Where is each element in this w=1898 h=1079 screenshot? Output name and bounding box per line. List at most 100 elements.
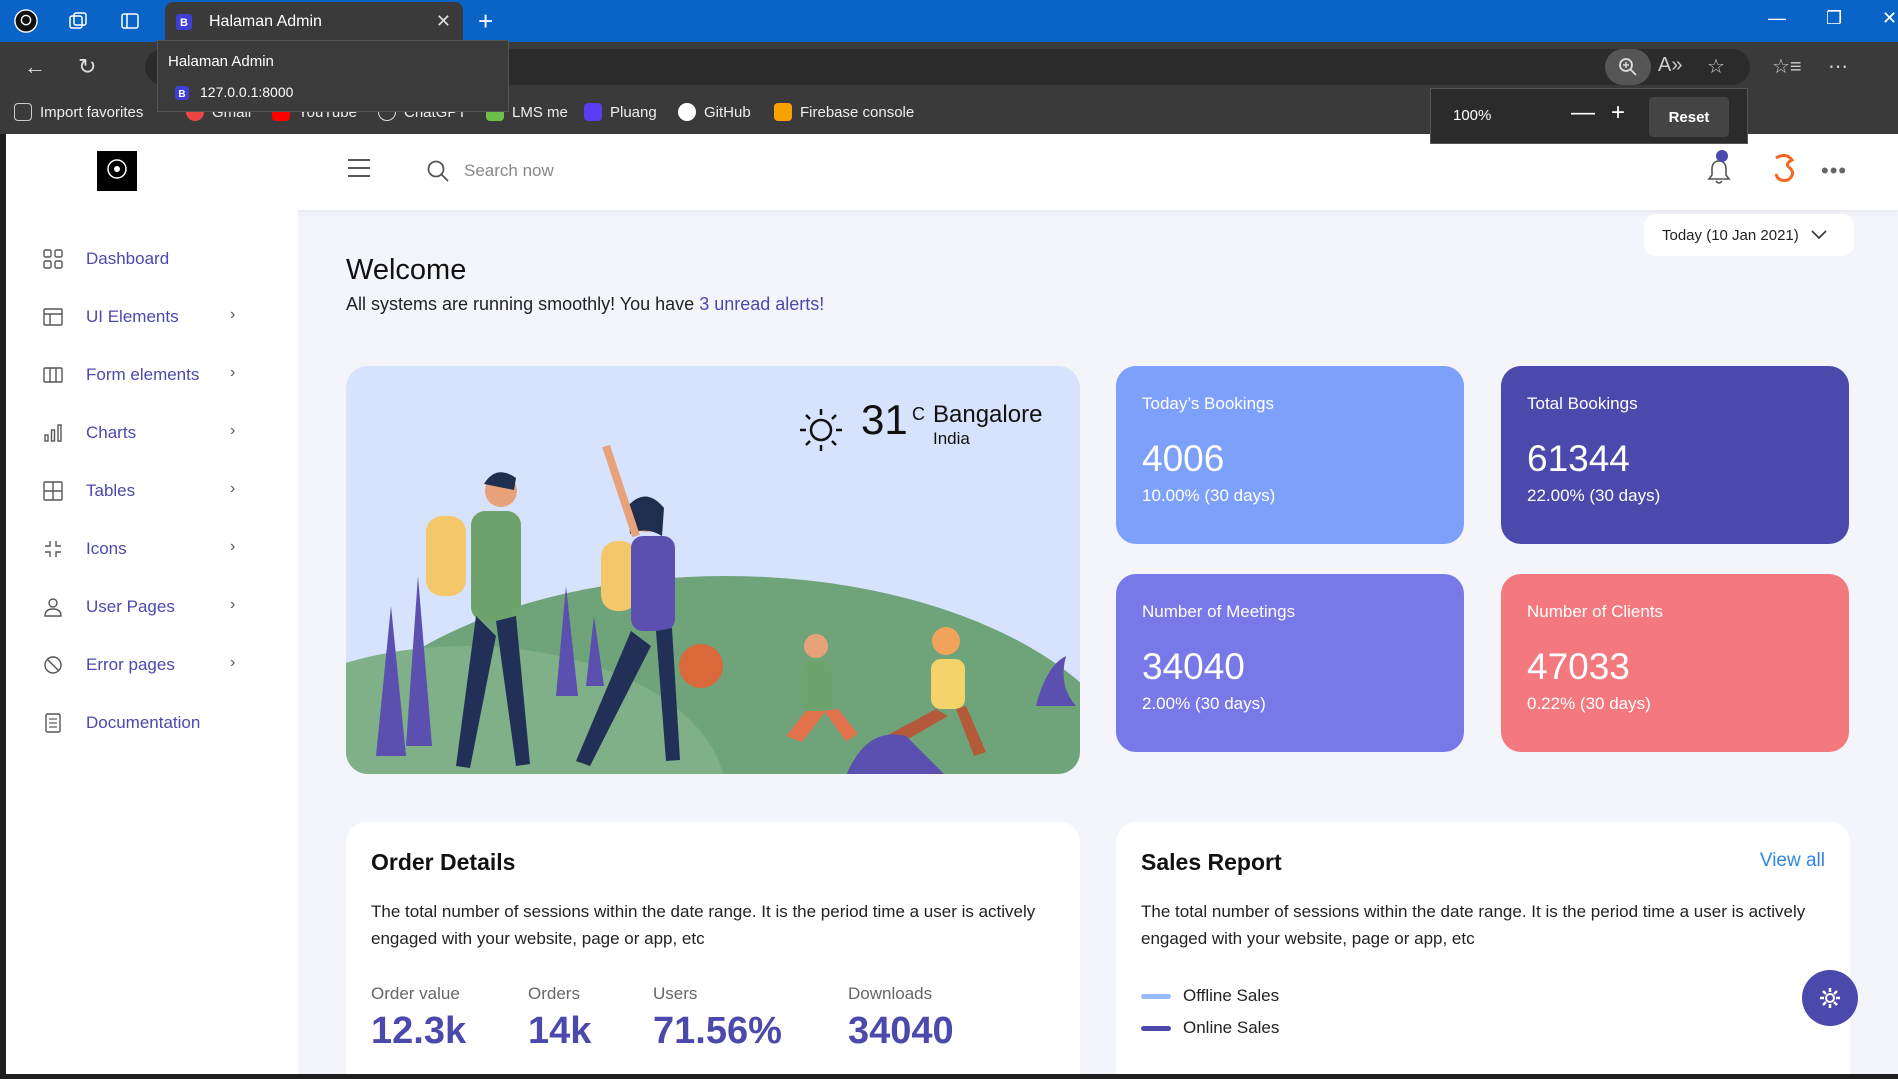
search-input[interactable]: Search now [464,161,554,181]
svg-text:B: B [180,17,188,29]
chevron-right-icon[interactable]: › [230,364,235,382]
temperature-value: 31 [861,396,908,443]
sidebar-item-label: UI Elements [86,307,179,326]
logo[interactable] [97,151,137,191]
svg-text:B: B [178,89,185,100]
bootstrap-favicon-icon: B [175,86,189,100]
tab-hover-tooltip: Halaman Admin B 127.0.0.1:8000 [157,40,509,112]
tooltip-url: 127.0.0.1:8000 [200,84,294,100]
temperature-unit: C [912,404,925,424]
view-all-link[interactable]: View all [1760,850,1825,872]
stat-card-total-bookings[interactable]: Total Bookings 61344 22.00% (30 days) [1501,366,1849,544]
sidebar-item-tables[interactable]: Tables [42,476,135,506]
zoom-popup: 100% — + Reset [1430,88,1748,144]
sun-icon [800,409,842,451]
stat-sub: 22.00% (30 days) [1527,486,1661,505]
workspaces-icon[interactable] [66,9,90,33]
stat-title: Number of Meetings [1142,602,1296,621]
sidebar-item-documentation[interactable]: Documentation [42,708,200,738]
settings-gear-button[interactable] [1802,970,1858,1026]
favorite-github[interactable]: GitHub [678,103,751,121]
weather-city: Bangalore [933,401,1043,428]
read-aloud-icon[interactable]: A» [1658,54,1682,77]
metric-downloads: Downloads 34040 [848,984,954,1052]
sidebar-item-label: Documentation [86,713,201,732]
sidebar-item-label: Dashboard [86,249,170,268]
legend-swatch [1141,1025,1171,1031]
sidebar-item-error-pages[interactable]: Error pages [42,650,175,680]
metric-users: Users 71.56% [653,984,782,1052]
browser-tab-bar: B Halaman Admin ✕ + — ❐ ✕ [0,0,1898,42]
compress-icon [42,538,64,560]
sales-report-card: Sales Report View all The total number o… [1116,822,1850,1074]
legend-swatch [1141,993,1171,999]
zoom-icon[interactable] [1605,49,1651,85]
metric-order-value: Order value 12.3k [371,984,467,1052]
stat-value: 34040 [1142,646,1245,687]
close-tab-icon[interactable]: ✕ [436,11,451,32]
chevron-right-icon[interactable]: › [230,306,235,324]
columns-icon [42,364,64,386]
sidebar-item-dashboard[interactable]: Dashboard [42,244,169,274]
legend-offline-sales: Offline Sales [1141,986,1279,1006]
sidebar-item-icons[interactable]: Icons [42,534,127,564]
sidebar-item-label: Icons [86,539,127,558]
unread-alerts-link[interactable]: 3 unread alerts! [699,294,824,314]
order-details-card: Order Details The total number of sessio… [346,822,1080,1074]
sidebar-item-label: User Pages [86,597,175,616]
settings-more-icon[interactable]: ⋯ [1828,54,1848,79]
favorite-firebase[interactable]: Firebase console [774,103,914,121]
table-icon [42,480,64,502]
minimize-icon[interactable]: — [1768,8,1786,29]
sidebar-item-charts[interactable]: Charts [42,418,136,448]
chevron-right-icon[interactable]: › [230,654,235,672]
sidebar: Dashboard UI Elements › Form elements › … [6,210,298,1074]
sidebar-item-label: Error pages [86,655,175,674]
folder-icon [14,103,32,121]
tab-actions-icon[interactable] [118,9,142,33]
chevron-right-icon[interactable]: › [230,422,235,440]
zoom-level: 100% [1453,107,1492,124]
avatar[interactable] [1766,150,1802,186]
tab-title: Halaman Admin [209,13,322,30]
refresh-icon[interactable]: ↻ [78,54,96,80]
card-title: Sales Report [1141,849,1282,875]
favorite-import[interactable]: Import favorites [14,103,143,121]
new-tab-icon[interactable]: + [478,6,493,37]
hamburger-menu-icon[interactable] [348,159,370,183]
stat-card-meetings[interactable]: Number of Meetings 34040 2.00% (30 days) [1116,574,1464,752]
sidebar-item-user-pages[interactable]: User Pages [42,592,175,622]
sidebar-item-ui-elements[interactable]: UI Elements [42,302,179,332]
close-window-icon[interactable]: ✕ [1882,8,1897,29]
more-options-icon[interactable]: ••• [1821,158,1847,184]
sidebar-item-form-elements[interactable]: Form elements [42,360,199,390]
document-icon [42,712,64,734]
favorites-list-icon[interactable]: ☆≡ [1772,54,1802,79]
zoom-out-icon[interactable]: — [1571,99,1595,127]
stat-card-todays-bookings[interactable]: Today’s Bookings 4006 10.00% (30 days) [1116,366,1464,544]
restore-icon[interactable]: ❐ [1826,8,1842,29]
stat-card-clients[interactable]: Number of Clients 47033 0.22% (30 days) [1501,574,1849,752]
stat-sub: 0.22% (30 days) [1527,694,1651,713]
notification-bell-icon[interactable] [1706,150,1732,191]
zoom-in-icon[interactable]: + [1611,99,1625,127]
stat-title: Number of Clients [1527,602,1664,621]
back-icon[interactable]: ← [24,54,46,80]
chevron-right-icon[interactable]: › [230,480,235,498]
ban-icon [42,654,64,676]
profile-icon[interactable] [14,9,38,33]
bootstrap-favicon-icon: B [176,14,192,30]
chevron-right-icon[interactable]: › [230,538,235,556]
top-navbar: Search now ••• [6,134,1898,210]
weather-hero-card: 31 C Bangalore India [346,366,1080,774]
notification-dot [1716,150,1728,162]
date-dropdown[interactable]: Today (10 Jan 2021) [1644,214,1854,256]
active-tab[interactable]: B Halaman Admin ✕ [165,2,463,42]
tooltip-title: Halaman Admin [168,53,274,70]
favorite-star-icon[interactable]: ☆ [1707,54,1725,79]
zoom-reset-button[interactable]: Reset [1649,97,1729,137]
chevron-right-icon[interactable]: › [230,596,235,614]
page-title: Welcome [346,254,467,286]
card-title: Order Details [371,849,516,875]
favorite-pluang[interactable]: Pluang [584,103,657,121]
